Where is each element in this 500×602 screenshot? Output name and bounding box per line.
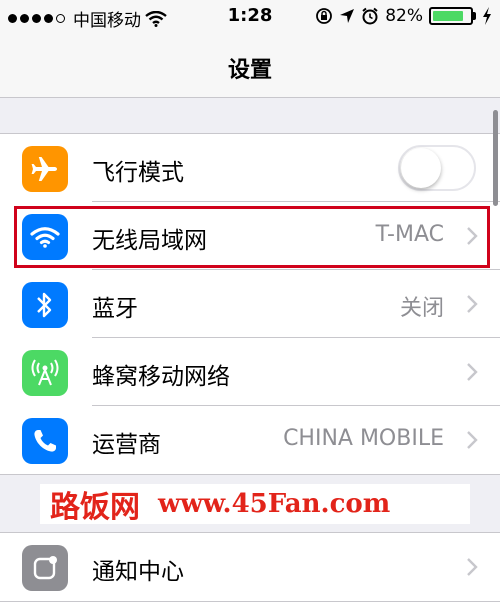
- settings-row-bluetooth[interactable]: 蓝牙 关闭: [0, 270, 500, 338]
- airplane-mode-toggle[interactable]: [398, 145, 476, 191]
- battery-percent: 82%: [385, 6, 423, 26]
- notification-center-icon: [22, 545, 68, 591]
- battery-icon: [429, 7, 473, 25]
- wifi-row-highlight-box: [14, 206, 490, 268]
- toggle-knob: [401, 148, 441, 188]
- settings-row-label: 蜂窝移动网络: [92, 364, 230, 390]
- settings-row-label: 通知中心: [92, 559, 184, 585]
- location-icon: [340, 9, 355, 23]
- battery-tip: [473, 12, 476, 20]
- alarm-icon: [362, 7, 378, 25]
- rotation-lock-icon: [316, 8, 333, 24]
- carrier-value: CHINA MOBILE: [283, 426, 444, 451]
- scroll-indicator[interactable]: [493, 110, 498, 206]
- settings-row-cellular[interactable]: 蜂窝移动网络: [0, 338, 500, 406]
- chevron-right-icon: [467, 295, 478, 313]
- settings-row-notification-center[interactable]: 通知中心: [0, 533, 500, 601]
- bluetooth-status: 关闭: [399, 296, 444, 321]
- chevron-right-icon: [467, 431, 478, 449]
- charging-icon: [483, 7, 491, 25]
- settings-row-label: 运营商: [92, 432, 161, 458]
- phone-icon: [22, 418, 68, 464]
- battery-level: [433, 11, 463, 21]
- chevron-right-icon: [467, 558, 478, 576]
- settings-row-airplane-mode[interactable]: 飞行模式: [0, 134, 500, 202]
- navigation-bar: 设置: [0, 34, 500, 98]
- cellular-icon: [22, 350, 68, 396]
- settings-group-network: 飞行模式 无线局域网 T-MAC 蓝牙 关闭 蜂窝移动网络 运营商 CHINA …: [0, 133, 500, 475]
- watermark-site-name: 路饭网: [50, 490, 140, 525]
- status-bar: 中国移动 1:28 82%: [0, 0, 500, 34]
- settings-group-notifications: 通知中心: [0, 532, 500, 602]
- chevron-right-icon: [467, 363, 478, 381]
- watermark: 路饭网 www.45Fan.com: [40, 484, 470, 525]
- settings-row-label: 飞行模式: [92, 160, 184, 186]
- watermark-url: www.45Fan.com: [158, 489, 391, 519]
- bluetooth-icon: [22, 282, 68, 328]
- settings-row-label: 蓝牙: [92, 296, 138, 322]
- page-title: 设置: [227, 58, 272, 83]
- settings-row-carrier[interactable]: 运营商 CHINA MOBILE: [0, 406, 500, 474]
- airplane-icon: [22, 146, 68, 192]
- status-right: 82%: [315, 6, 492, 26]
